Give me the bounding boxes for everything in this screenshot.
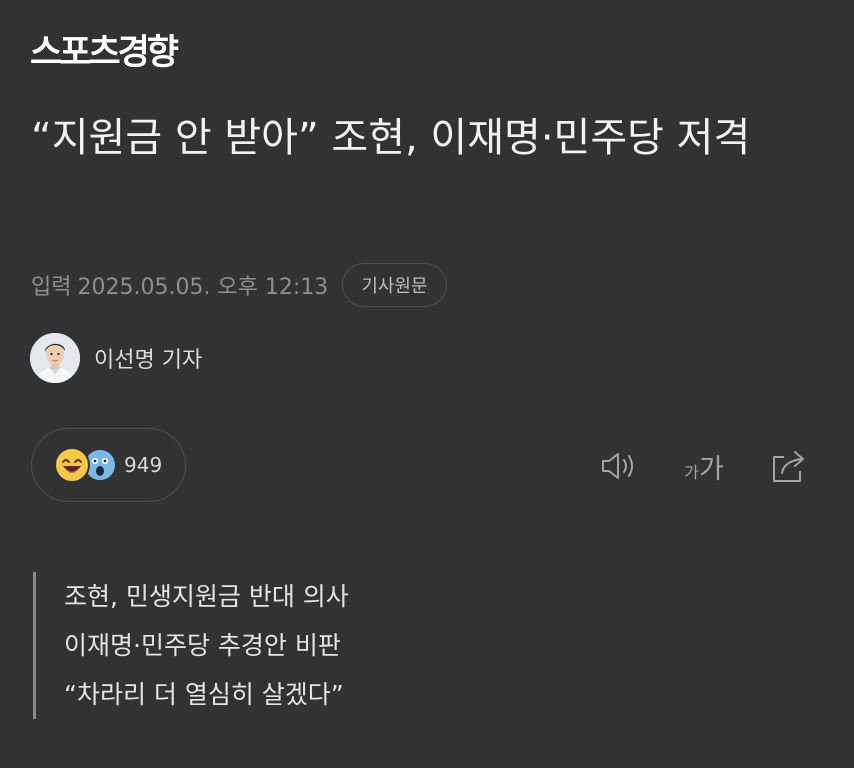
article-summary: 조현, 민생지원금 반대 의사 이재명·민주당 추경안 비판 “차라리 더 열심… — [33, 572, 349, 719]
font-size-button[interactable]: 가가 — [676, 444, 732, 488]
article-meta: 입력 2025.05.05. 오후 12:13 기사원문 — [31, 262, 447, 308]
original-article-button[interactable]: 기사원문 — [342, 263, 447, 307]
reaction-emojis — [54, 447, 120, 483]
share-icon — [773, 451, 804, 482]
summary-line: 조현, 민생지원금 반대 의사 — [64, 582, 349, 611]
published-label: 입력 — [31, 275, 72, 300]
article-headline: “지원금 안 받아” 조현, 이재명·민주당 저격 — [31, 115, 751, 161]
audio-button[interactable] — [594, 444, 642, 488]
published-datetime: 2025.05.05. 오후 12:13 — [77, 275, 329, 300]
font-size-small-label: 가 — [684, 462, 699, 482]
reaction-button[interactable]: 949 — [31, 428, 186, 502]
reporter-info[interactable]: 이선명 기자 — [30, 332, 202, 384]
reporter-name[interactable]: 이선명 기자 — [94, 342, 202, 374]
laughing-face-icon — [54, 447, 90, 483]
brand-logo[interactable]: 스포츠경향 — [30, 36, 179, 71]
summary-line: “차라리 더 열심히 살겠다” — [64, 680, 344, 709]
font-size-icon: 가가 — [684, 447, 724, 486]
reporter-avatar[interactable] — [30, 333, 80, 383]
font-size-large-label: 가 — [698, 453, 724, 485]
share-button[interactable] — [764, 444, 812, 488]
reaction-count: 949 — [124, 453, 163, 477]
speaker-icon — [602, 453, 633, 479]
summary-line: 이재명·민주당 추경안 비판 — [64, 631, 341, 660]
